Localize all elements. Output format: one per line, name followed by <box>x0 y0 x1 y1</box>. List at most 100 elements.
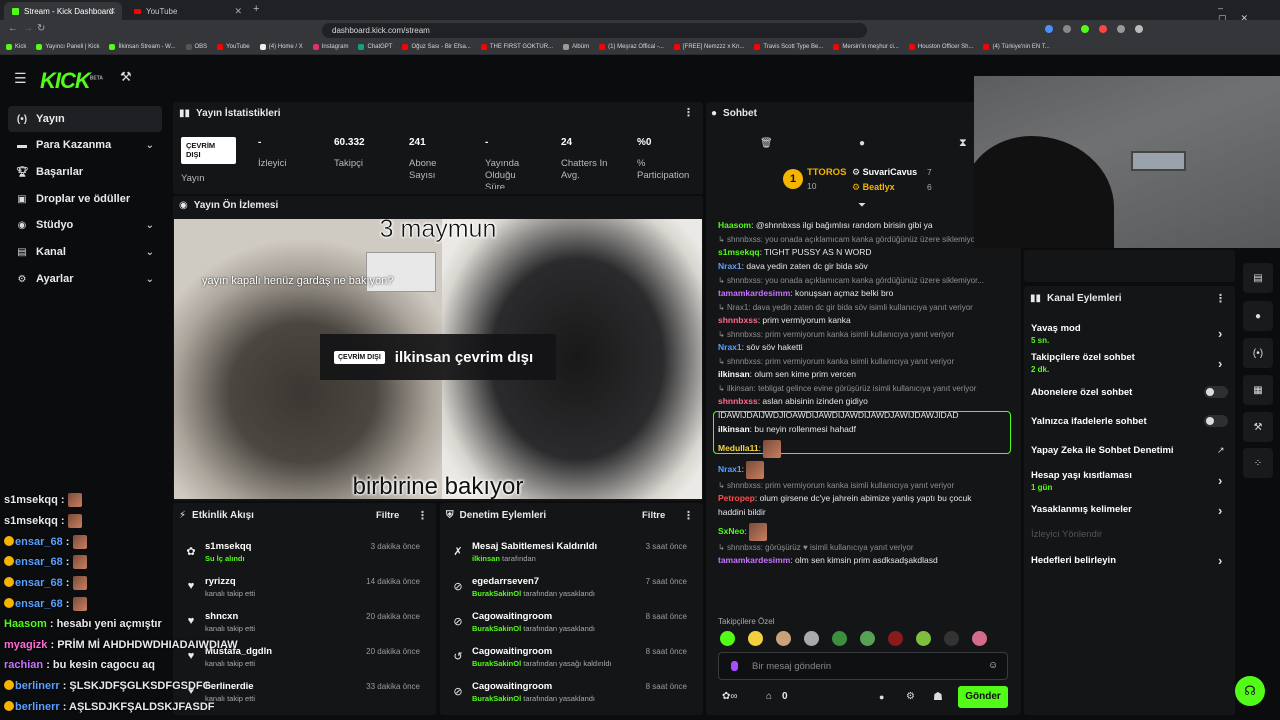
bookmark-item[interactable]: Instagram <box>312 44 348 50</box>
support-chat-icon[interactable]: ☊ <box>1235 676 1265 706</box>
chevron-right-icon[interactable]: › <box>1218 356 1222 371</box>
moderator-name[interactable]: BurakSakinOl <box>472 659 521 668</box>
sidebar-item-studyo[interactable]: ◉ Stüdyo ⌄ <box>8 212 162 238</box>
moderator-name[interactable]: BurakSakinOl <box>472 694 521 703</box>
bot-icon[interactable]: ☗ <box>933 690 943 703</box>
activity-user[interactable]: ryrizzq <box>205 576 236 587</box>
chat-username[interactable]: tamamkardesimm <box>718 555 790 565</box>
chat-username[interactable]: ilkinsan <box>718 369 750 379</box>
chat-username[interactable]: Petropep <box>718 493 755 503</box>
emote[interactable] <box>748 631 763 646</box>
ai-moderation-item[interactable]: Yapay Zeka ile Sohbet Denetimi <box>1031 445 1174 456</box>
stats-menu-icon[interactable]: ⋮ <box>683 106 694 119</box>
bookmark-item[interactable]: İlkinsan Stream - W... <box>109 44 176 50</box>
extension-icon[interactable] <box>1045 25 1053 33</box>
quick-action-button[interactable]: ▦ <box>1243 375 1273 405</box>
activity-filter-button[interactable]: Filtre <box>376 510 399 521</box>
sidebar-item-para-kazanma[interactable]: ▬ Para Kazanma ⌄ <box>8 132 162 158</box>
sidebar-item-droplar[interactable]: ▣ Droplar ve ödüller <box>8 186 162 212</box>
activity-user[interactable]: berlinerdie <box>205 681 254 692</box>
hourglass-icon[interactable]: ⧗ <box>959 137 967 150</box>
moderator-name[interactable]: BurakSakinOl <box>472 589 521 598</box>
extension-icon[interactable] <box>1135 25 1143 33</box>
extension-icon[interactable] <box>1063 25 1071 33</box>
bookmark-item[interactable]: Travis Scott Type Be... <box>754 44 823 50</box>
moderation-target[interactable]: Cagowaitingroom <box>472 681 552 692</box>
tools-icon[interactable]: ⚒ <box>120 69 132 85</box>
mic-icon[interactable] <box>731 661 738 671</box>
chat-username[interactable]: s1msekqq <box>718 247 760 257</box>
bookmark-item[interactable]: Yayıncı Paneli | Kick <box>36 44 99 50</box>
bookmark-item[interactable]: Oğuz Sası - Bir Efsa... <box>402 44 471 50</box>
moderation-filter-button[interactable]: Filtre <box>642 510 665 521</box>
bookmark-item[interactable]: [FREE] Nemzzz x Kn... <box>673 44 744 50</box>
bookmark-item[interactable]: (1) Meşraz Offical -... <box>599 44 664 50</box>
moderation-target[interactable]: egedarrseven7 <box>472 576 539 587</box>
emote[interactable] <box>804 631 819 646</box>
chat-username[interactable]: Haasom <box>718 220 751 230</box>
subscribers-only-toggle[interactable] <box>1204 386 1228 398</box>
moderation-target[interactable]: Cagowaitingroom <box>472 611 552 622</box>
channel-actions-menu-icon[interactable]: ⋮ <box>1215 292 1226 305</box>
bookmark-item[interactable]: ChatGPT <box>358 44 392 50</box>
activity-menu-icon[interactable]: ⋮ <box>417 509 428 522</box>
chevron-right-icon[interactable]: › <box>1218 553 1222 568</box>
banned-words-item[interactable]: Yasaklanmış kelimeler <box>1031 504 1132 515</box>
sidebar-item-kanal[interactable]: ▤ Kanal ⌄ <box>8 239 162 265</box>
activity-user[interactable]: s1msekqq <box>205 541 251 552</box>
chat-username[interactable]: SxNeo <box>718 526 744 536</box>
chat-username[interactable]: Nrax1 <box>718 261 742 271</box>
chat-username[interactable]: Nrax1 <box>718 342 742 352</box>
bookmark-item[interactable]: OBS <box>185 44 207 50</box>
chat-icon[interactable]: ● <box>859 138 865 149</box>
emote[interactable] <box>916 631 931 646</box>
chat-username[interactable]: shnnbxss <box>718 396 758 406</box>
bookmark-item[interactable]: Albüm <box>563 44 589 50</box>
tab-youtube[interactable]: YouTube ✕ <box>126 2 248 20</box>
quick-action-button[interactable]: ⚒ <box>1243 412 1273 442</box>
external-link-icon[interactable]: ↗ <box>1217 445 1225 456</box>
store-icon[interactable]: ⌂ <box>766 691 772 702</box>
chat-username[interactable]: Medulla11 <box>718 443 759 453</box>
url-field[interactable]: dashboard.kick.com/stream <box>322 23 867 38</box>
chevron-right-icon[interactable]: › <box>1218 503 1222 518</box>
leader-name[interactable]: ⚙ Beatlyx <box>852 182 895 193</box>
bookmark-item[interactable]: THE FIRST GOKTUR... <box>480 44 553 50</box>
quick-action-button[interactable]: ⁘ <box>1243 448 1273 478</box>
reload-icon[interactable]: ↻ <box>37 23 45 34</box>
sidebar-item-basarilar[interactable]: 🏆︎ Başarılar <box>8 159 162 185</box>
extension-icon[interactable] <box>1081 25 1089 33</box>
emote[interactable] <box>972 631 987 646</box>
bookmark-item[interactable]: YouTube <box>217 44 250 50</box>
trash-icon[interactable]: 🗑︎ <box>760 138 773 149</box>
sidebar-item-ayarlar[interactable]: ⚙ Ayarlar ⌄ <box>8 266 162 292</box>
chevron-right-icon[interactable]: › <box>1218 473 1222 488</box>
emote[interactable] <box>776 631 791 646</box>
connection-icon[interactable]: ✿∞ <box>722 691 738 702</box>
chat-username[interactable]: tamamkardesimm <box>718 288 790 298</box>
moderation-target[interactable]: Cagowaitingroom <box>472 646 552 657</box>
bookmark-item[interactable]: Houston Officer Sh... <box>908 44 973 50</box>
emote[interactable] <box>720 631 735 646</box>
goals-item[interactable]: Hedefleri belirleyin <box>1031 555 1116 566</box>
moderator-name[interactable]: ilkinsan <box>472 554 500 563</box>
account-age-item[interactable]: Hesap yaşı kısıtlaması 1 gün <box>1031 470 1132 492</box>
back-icon[interactable]: ← <box>8 23 18 34</box>
chat-input[interactable]: Bir mesaj gönderin ☺ <box>718 652 1008 680</box>
forward-icon[interactable]: → <box>23 23 33 34</box>
collapse-leaderboard-icon[interactable]: ⏷ <box>858 200 866 211</box>
emote-only-toggle[interactable] <box>1204 415 1228 427</box>
extension-icon[interactable] <box>1099 25 1107 33</box>
close-tab-icon[interactable]: ✕ <box>234 6 242 17</box>
moderator-name[interactable]: BurakSakinOl <box>472 624 521 633</box>
chat-username[interactable]: shnnbxss <box>718 315 758 325</box>
leader-name[interactable]: TTOROS <box>807 167 846 178</box>
quick-action-button[interactable]: ● <box>1243 301 1273 331</box>
quick-action-button[interactable]: ▤ <box>1243 263 1273 293</box>
close-tab-icon[interactable]: ✕ <box>108 6 116 17</box>
slow-mode-item[interactable]: Yavaş mod 5 sn. <box>1031 323 1081 345</box>
new-tab-icon[interactable]: + <box>253 3 259 15</box>
chat-username[interactable]: ilkinsan <box>718 424 750 434</box>
stream-preview[interactable]: 3 maymun yayın kapalı henüz gardaş ne ba… <box>174 219 702 499</box>
bookmark-item[interactable]: (4) Türkiye'nin EN T... <box>983 44 1050 50</box>
